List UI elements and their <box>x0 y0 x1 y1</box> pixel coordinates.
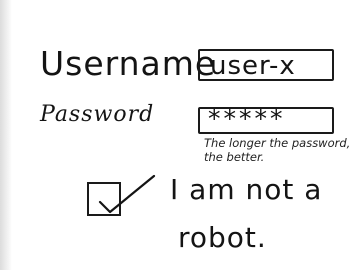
paper-sketch: Username user-x Password ***** The longe… <box>0 0 353 270</box>
password-hint: The longer the password, the better. <box>204 136 351 164</box>
not-robot-label-line2: robot. <box>178 221 267 254</box>
username-label: Username <box>40 44 217 83</box>
not-robot-label-line1: I am not a <box>170 173 323 206</box>
username-field[interactable]: user-x <box>198 49 334 81</box>
check-icon <box>98 174 156 214</box>
username-value: user-x <box>210 51 296 81</box>
password-field[interactable]: ***** <box>198 104 334 134</box>
password-value: ***** <box>208 104 286 133</box>
password-label: Password <box>40 102 155 127</box>
paper-edge-shadow <box>0 0 12 270</box>
